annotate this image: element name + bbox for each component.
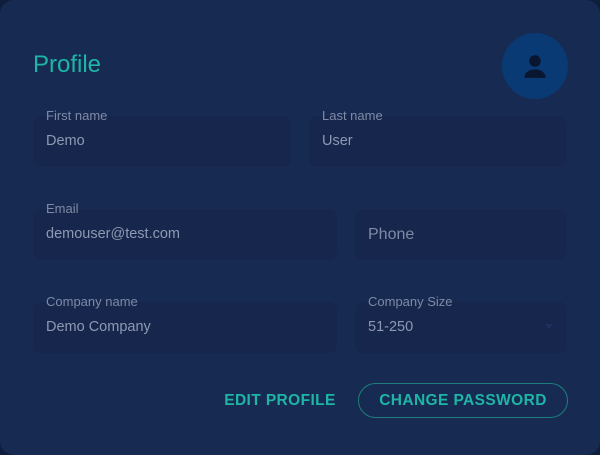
email-value: demouser@test.com	[46, 226, 180, 242]
profile-card: Profile First name Demo Last name User E…	[0, 0, 600, 455]
edit-profile-button[interactable]: EDIT PROFILE	[220, 383, 340, 418]
company-size-value: 51-250	[368, 319, 414, 335]
page-title: Profile	[33, 51, 102, 78]
user-icon	[524, 55, 546, 78]
first-name-value: Demo	[46, 133, 85, 149]
company-name-label: Company name	[46, 294, 138, 309]
chevron-down-icon[interactable]	[545, 324, 553, 329]
last-name-field[interactable]: Last name User	[309, 108, 567, 167]
email-label: Email	[46, 201, 79, 216]
company-name-field[interactable]: Company name Demo Company	[33, 294, 337, 353]
last-name-label: Last name	[322, 108, 383, 123]
company-size-select[interactable]: Company Size 51-250	[355, 294, 567, 353]
last-name-value: User	[322, 133, 353, 149]
phone-placeholder: Phone	[368, 226, 415, 243]
company-size-label: Company Size	[368, 294, 453, 309]
phone-field[interactable]: Phone	[355, 209, 567, 260]
first-name-label: First name	[46, 108, 108, 123]
first-name-field[interactable]: First name Demo	[33, 108, 291, 167]
email-field[interactable]: Email demouser@test.com	[33, 201, 337, 260]
company-name-value: Demo Company	[46, 319, 151, 335]
avatar[interactable]	[502, 33, 568, 99]
change-password-button[interactable]: CHANGE PASSWORD	[358, 383, 568, 418]
